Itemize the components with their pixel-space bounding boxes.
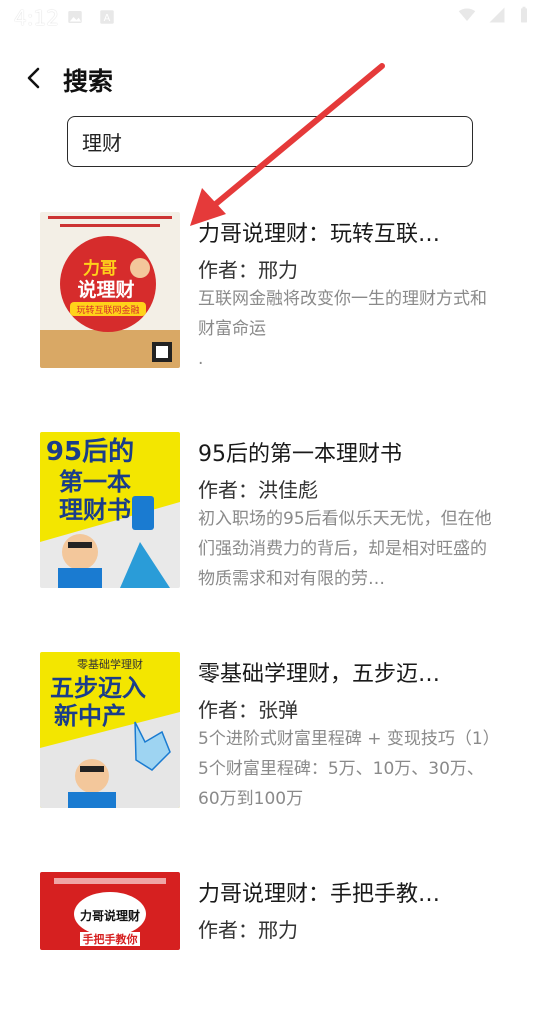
result-item[interactable]: 95后的 第一本 理财书 95后的第一本理财书 作者：洪佳彪 初入职场的95后看… [0, 420, 540, 590]
book-title: 95后的第一本理财书 [198, 442, 402, 467]
book-author: 作者：邢力 [198, 258, 298, 282]
page-title: 搜索 [63, 67, 114, 96]
svg-text:零基础学理财: 零基础学理财 [77, 657, 143, 671]
book-author: 作者：洪佳彪 [198, 478, 318, 502]
book-author: 作者：张弹 [198, 698, 298, 722]
book-author: 作者：邢力 [198, 918, 298, 942]
result-item[interactable]: 力哥 说理财 玩转互联网金融 力哥说理财：玩转互联… 作者：邢力 互联网金融将改… [0, 200, 540, 370]
svg-text:新中产: 新中产 [54, 702, 126, 730]
book-cover: 95后的 第一本 理财书 [40, 432, 180, 588]
book-title: 零基础学理财，五步迈… [198, 662, 441, 687]
book-cover: 力哥说理财 手把手教你 [40, 872, 180, 950]
a-badge-icon: A [98, 8, 116, 26]
book-description: 互联网金融将改变你一生的理财方式和财富命运 . [198, 289, 487, 369]
svg-text:95后的: 95后的 [46, 436, 134, 467]
search-input[interactable] [82, 129, 472, 154]
svg-text:力哥说理财: 力哥说理财 [80, 908, 140, 923]
book-cover: 力哥 说理财 玩转互联网金融 [40, 212, 180, 368]
battery-icon [518, 6, 530, 24]
svg-text:A: A [104, 13, 111, 24]
book-description: 初入职场的95后看似乐天无忧，但在他们强劲消费力的背后，却是相对旺盛的物质需求和… [198, 509, 492, 589]
book-description: 5个进阶式财富里程碑 + 变现技巧（1）5个财富里程碑：5万、10万、30万、6… [198, 729, 500, 809]
book-title: 力哥说理财：手把手教… [198, 882, 441, 907]
book-title: 力哥说理财：玩转互联… [198, 222, 441, 247]
book-cover: 零基础学理财 五步迈入 新中产 [40, 652, 180, 808]
svg-text:手把手教你: 手把手教你 [83, 932, 138, 946]
image-icon [66, 8, 84, 26]
svg-text:第一本: 第一本 [59, 468, 131, 496]
result-item[interactable]: 零基础学理财 五步迈入 新中产 零基础学理财，五步迈… 作者：张弹 5个进阶式财… [0, 640, 540, 810]
wifi-icon [458, 6, 476, 24]
svg-text:五步迈入: 五步迈入 [50, 674, 146, 702]
svg-text:玩转互联网金融: 玩转互联网金融 [76, 304, 139, 316]
header: 搜索 [0, 50, 540, 110]
back-arrow-icon [22, 66, 46, 90]
search-box[interactable] [67, 116, 473, 167]
svg-text:说理财: 说理财 [77, 278, 134, 301]
status-time: 4:12 [14, 6, 59, 30]
back-button[interactable] [18, 62, 50, 94]
status-bar: 4:12 A [0, 0, 540, 36]
result-item[interactable]: 力哥说理财 手把手教你 力哥说理财：手把手教… 作者：邢力 [0, 860, 540, 1030]
svg-text:力哥: 力哥 [83, 258, 117, 279]
svg-text:理财书: 理财书 [59, 496, 131, 524]
cell-signal-icon [488, 6, 506, 24]
